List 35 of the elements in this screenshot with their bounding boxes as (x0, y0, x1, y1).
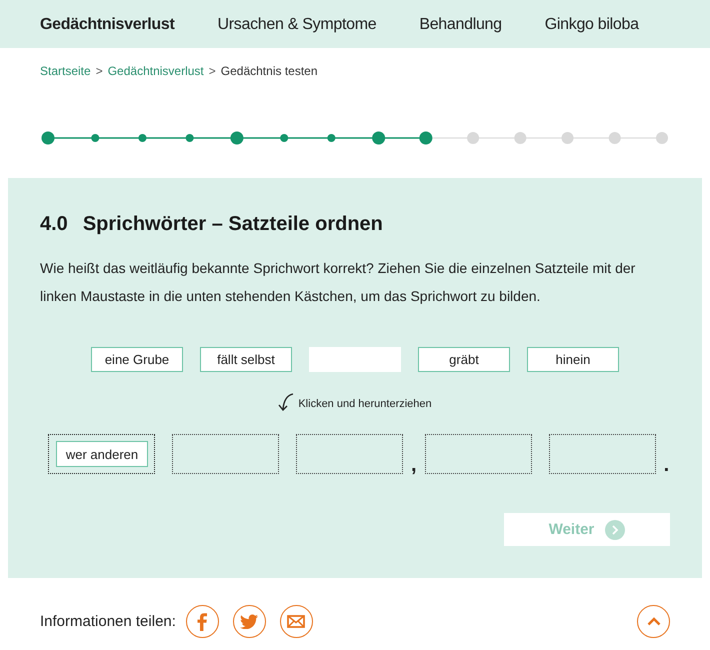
answer-box[interactable] (548, 434, 656, 474)
back-to-top-button[interactable] (637, 605, 670, 638)
drag-hint: Klicken und herunterziehen (298, 397, 432, 411)
word-tile[interactable]: fällt selbst (200, 347, 292, 372)
answer-box[interactable] (172, 434, 279, 474)
nav-link[interactable]: Ginkgo biloba (544, 14, 639, 34)
word-tile[interactable]: hinein (527, 347, 619, 372)
punctuation-mark: . (664, 456, 670, 474)
share-label: Informationen teilen: (40, 612, 176, 632)
section-number: 4.0 (40, 212, 68, 237)
breadcrumb-link[interactable]: Startseite (40, 63, 91, 79)
punctuation-mark: , (411, 456, 417, 474)
envelope-icon (287, 615, 306, 628)
nav-link[interactable]: Behandlung (419, 14, 502, 34)
breadcrumb-separator: > (208, 63, 216, 79)
answer-box[interactable] (424, 434, 532, 474)
share-button[interactable] (232, 605, 266, 638)
answer-box[interactable] (296, 434, 403, 474)
breadcrumb-current: Gedächtnis testen (220, 63, 318, 79)
word-tile[interactable]: wer anderen (56, 441, 148, 467)
section-title: Sprichwörter – Satzteile ordnen (82, 212, 383, 237)
word-tile[interactable]: eine Grube (91, 347, 183, 372)
nav-link[interactable]: Ursachen & Symptome (218, 14, 376, 34)
breadcrumb-link[interactable]: Gedächtnisverlust (108, 63, 204, 79)
curved-arrow-icon (278, 393, 294, 411)
chevron-circle-icon (605, 520, 626, 540)
share-button[interactable] (280, 605, 313, 638)
breadcrumb-separator: > (96, 63, 103, 79)
answer-box[interactable]: wer anderen (48, 434, 155, 474)
share-button[interactable] (186, 605, 219, 638)
word-tile[interactable]: gräbt (418, 347, 510, 372)
chevron-up-icon (646, 617, 660, 626)
bird-icon (240, 614, 258, 629)
nav-link[interactable]: Gedächtnisverlust (40, 14, 175, 34)
instructions-text: Wie heißt das weitläufig bekannte Sprichwort korrekt? Ziehen Sie die einzelnen Satzteile mit der linken Maustaste in die unten stehenden Kästchen, um das Sprichwort zu bilden. (40, 259, 636, 306)
